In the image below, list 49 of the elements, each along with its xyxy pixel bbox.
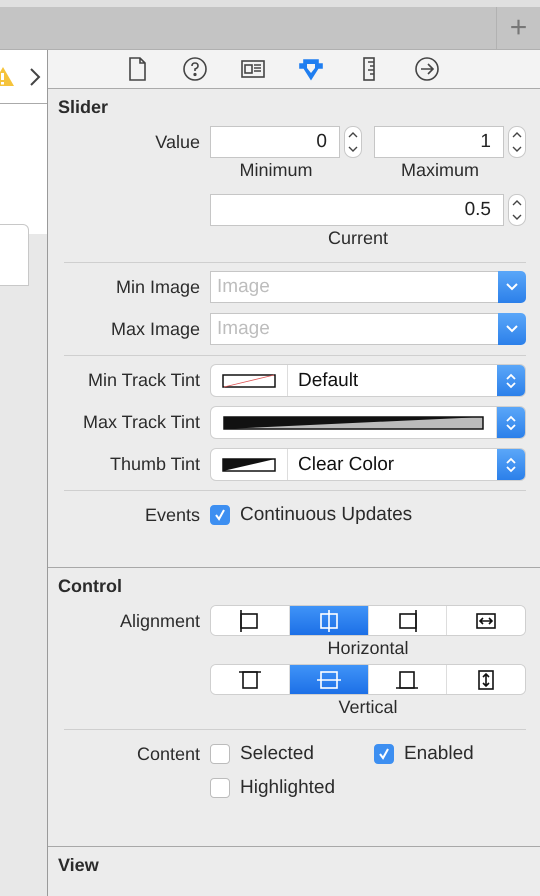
section-title: View [58, 855, 100, 876]
field-label: Min Image [114, 276, 201, 299]
field-label: Thumb Tint [108, 453, 201, 476]
checkmark-icon [213, 508, 227, 522]
stepper[interactable] [508, 126, 526, 158]
field-label: Content [136, 743, 201, 766]
field-label: Max Image [110, 318, 201, 341]
dropdown-button[interactable] [498, 271, 526, 303]
color-popup-button[interactable] [210, 406, 526, 439]
field-caption: Minimum [239, 159, 314, 182]
segmented-control[interactable] [210, 605, 526, 636]
number-field[interactable]: 0.5 [210, 194, 504, 226]
chevron-right-icon[interactable] [29, 66, 41, 86]
dropdown-button[interactable] [498, 313, 526, 345]
field-label: Value [154, 131, 201, 154]
color-swatch [222, 458, 276, 472]
field-label: Min Track Tint [86, 369, 201, 392]
field-caption: Current [328, 227, 390, 250]
segment[interactable] [211, 606, 290, 635]
stepper[interactable] [344, 126, 362, 158]
field-label: Max Track Tint [82, 411, 201, 434]
field-caption: Vertical [338, 696, 398, 719]
number-field[interactable]: 1 [374, 126, 504, 158]
chevron-down-icon [505, 282, 519, 292]
number-field[interactable]: 0 [210, 126, 340, 158]
segmented-control[interactable] [210, 664, 526, 695]
field-label: Alignment [118, 610, 201, 633]
card-background [0, 224, 29, 286]
help-icon[interactable] [182, 56, 208, 82]
section-title: Control [58, 576, 123, 597]
stepper[interactable] [508, 194, 526, 226]
color-swatch [222, 374, 276, 388]
image-field[interactable]: Image [210, 313, 498, 345]
segment[interactable] [211, 665, 290, 694]
color-popup-button[interactable]: Clear Color [210, 448, 526, 481]
arrow-circle-icon[interactable] [414, 56, 440, 82]
field-label: Events [144, 504, 201, 527]
checkbox[interactable]: Enabled [374, 738, 526, 770]
image-field[interactable]: Image [210, 271, 498, 303]
color-popup-button[interactable]: Default [210, 364, 526, 397]
checkbox[interactable]: Continuous Updates [210, 499, 526, 531]
section-title: Slider [58, 97, 110, 118]
field-caption: Horizontal [327, 637, 409, 660]
chevron-down-icon [505, 324, 519, 334]
shield-icon[interactable] [298, 56, 324, 82]
checkbox[interactable]: Selected [210, 738, 374, 770]
field-caption: Maximum [400, 159, 480, 182]
checkbox[interactable]: Highlighted [210, 772, 374, 804]
checkmark-icon [377, 747, 391, 761]
